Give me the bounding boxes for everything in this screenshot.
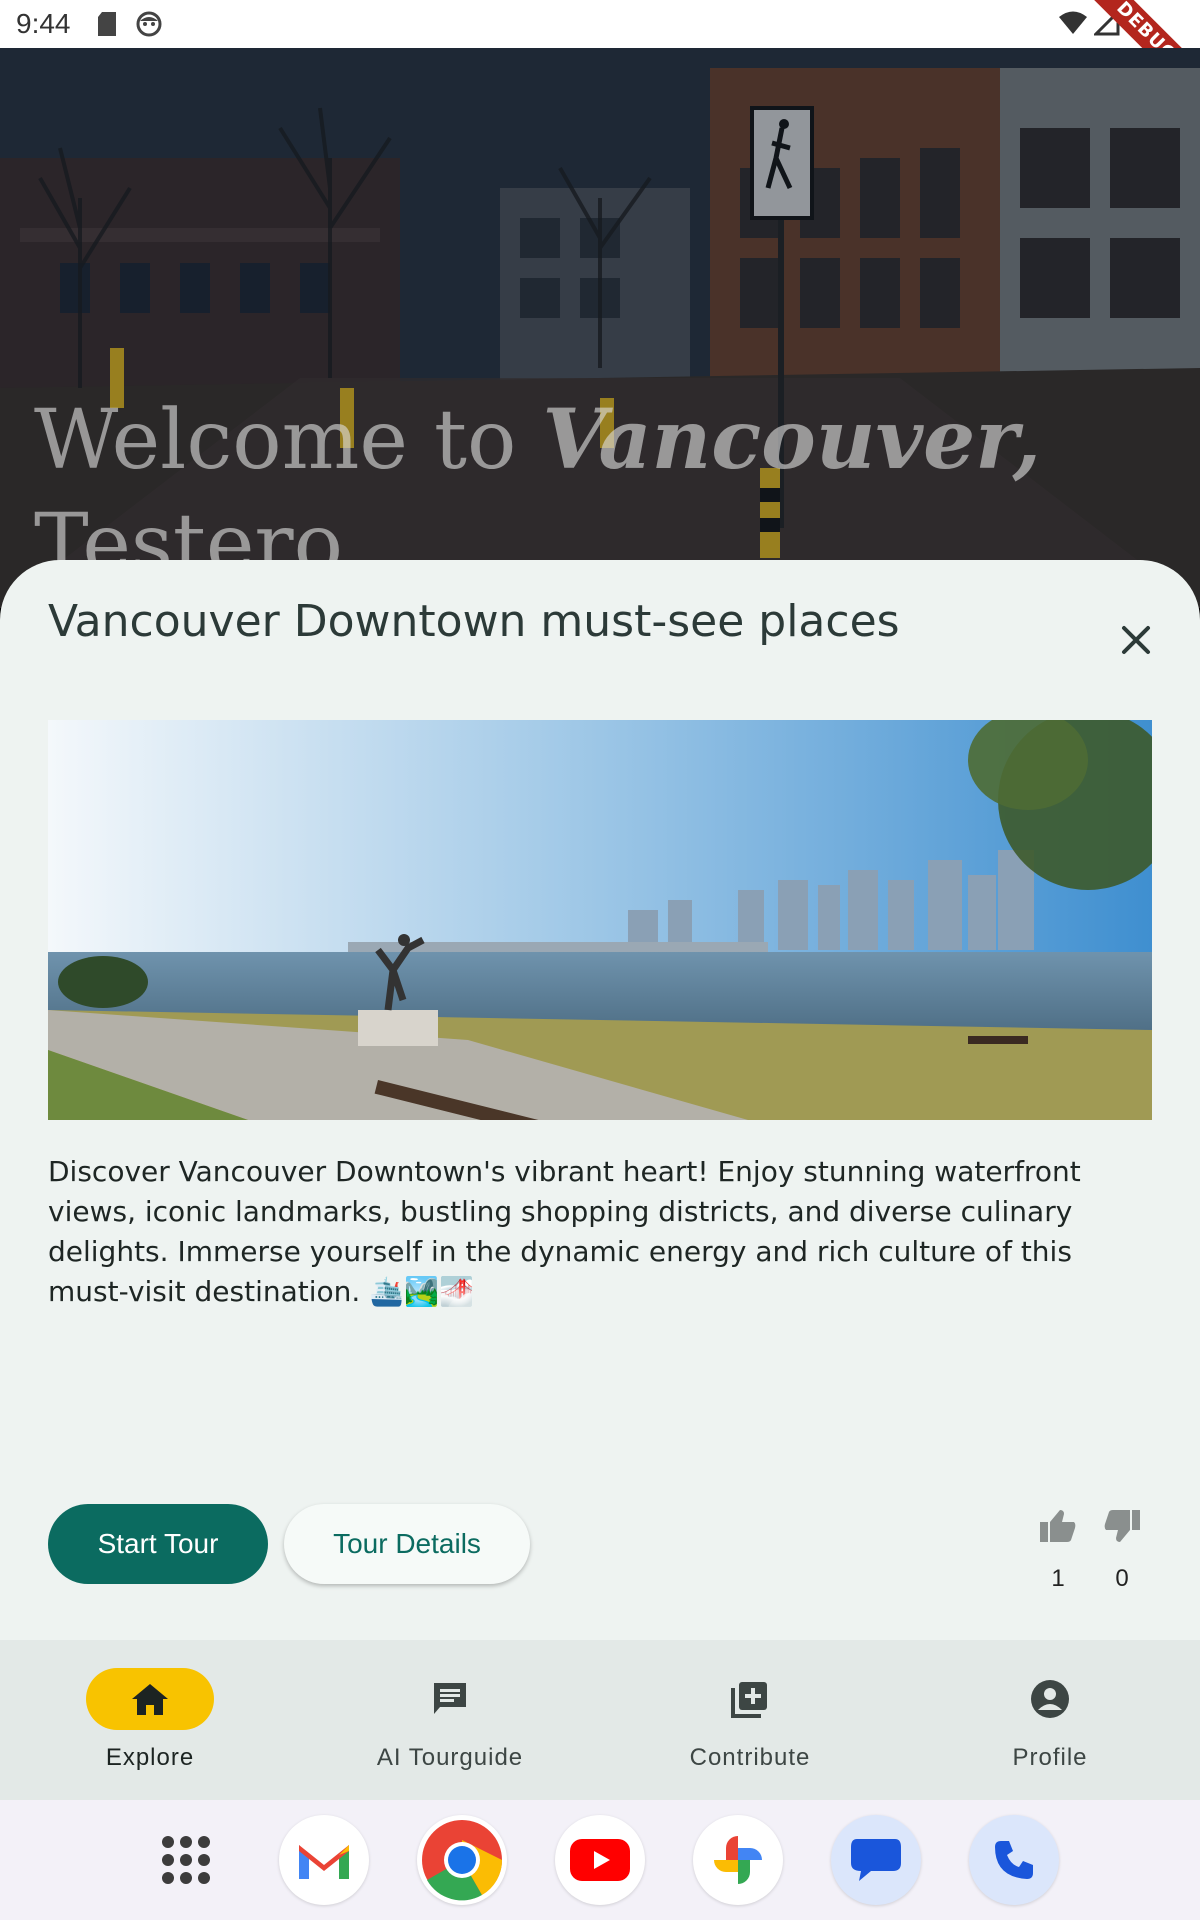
system-dock xyxy=(0,1800,1200,1920)
face-icon xyxy=(135,10,163,38)
nav-item-contribute[interactable]: Contribute xyxy=(600,1640,900,1800)
welcome-city: Vancouver xyxy=(542,392,1013,488)
close-icon xyxy=(1122,626,1150,654)
chat-icon xyxy=(434,1683,466,1714)
nav-label-profile: Profile xyxy=(1012,1744,1088,1771)
nav-pill-contribute xyxy=(686,1668,814,1730)
account-circle-icon xyxy=(1031,1680,1069,1718)
start-tour-button[interactable]: Start Tour xyxy=(48,1504,268,1584)
nav-pill-ai-tourguide xyxy=(386,1668,514,1730)
close-button[interactable] xyxy=(1116,620,1156,660)
thumb-down-icon[interactable] xyxy=(1102,1508,1142,1544)
bottom-navigation: Explore AI Tourguide Contribute Profile xyxy=(0,1640,1200,1800)
status-time: 9:44 xyxy=(16,8,71,39)
like-control[interactable]: 1 xyxy=(1036,1508,1080,1593)
tour-cover-image xyxy=(48,720,1152,1120)
welcome-prefix: Welcome to xyxy=(34,393,543,488)
dislike-control[interactable]: 0 xyxy=(1100,1508,1144,1593)
google-photos-icon[interactable] xyxy=(693,1815,783,1905)
status-bar: 9:44 DEBUG xyxy=(0,0,1200,113)
wifi-icon xyxy=(1058,10,1088,43)
tour-bottom-sheet: Vancouver Downtown must-see places Disco… xyxy=(0,560,1200,1640)
tour-description: Discover Vancouver Downtown's vibrant he… xyxy=(48,1155,1081,1308)
tour-details-button[interactable]: Tour Details xyxy=(284,1504,530,1584)
chrome-icon[interactable] xyxy=(417,1815,507,1905)
welcome-comma: , xyxy=(1012,392,1042,488)
nav-label-ai-tourguide: AI Tourguide xyxy=(376,1744,524,1771)
gmail-icon[interactable] xyxy=(279,1815,369,1905)
app-drawer-icon[interactable] xyxy=(141,1815,231,1905)
nav-item-explore[interactable]: Explore xyxy=(0,1640,300,1800)
nav-active-indicator xyxy=(86,1668,214,1730)
hero-image: Welcome to Vancouver, Testero xyxy=(0,48,1200,608)
nav-pill-profile xyxy=(986,1668,1114,1730)
nav-item-profile[interactable]: Profile xyxy=(900,1640,1200,1800)
home-icon xyxy=(132,1684,168,1715)
nav-label-explore: Explore xyxy=(105,1744,195,1771)
nav-label-contribute: Contribute xyxy=(689,1744,811,1771)
dislike-count: 0 xyxy=(1115,1565,1129,1592)
phone-icon[interactable] xyxy=(969,1815,1059,1905)
add-box-icon xyxy=(731,1682,767,1718)
tour-title: Vancouver Downtown must-see places xyxy=(48,596,900,647)
sd-card-icon xyxy=(93,10,121,38)
nav-item-ai-tourguide[interactable]: AI Tourguide xyxy=(300,1640,600,1800)
youtube-icon[interactable] xyxy=(555,1815,645,1905)
thumb-up-icon[interactable] xyxy=(1038,1508,1078,1544)
messages-icon[interactable] xyxy=(831,1815,921,1905)
like-count: 1 xyxy=(1051,1565,1065,1592)
